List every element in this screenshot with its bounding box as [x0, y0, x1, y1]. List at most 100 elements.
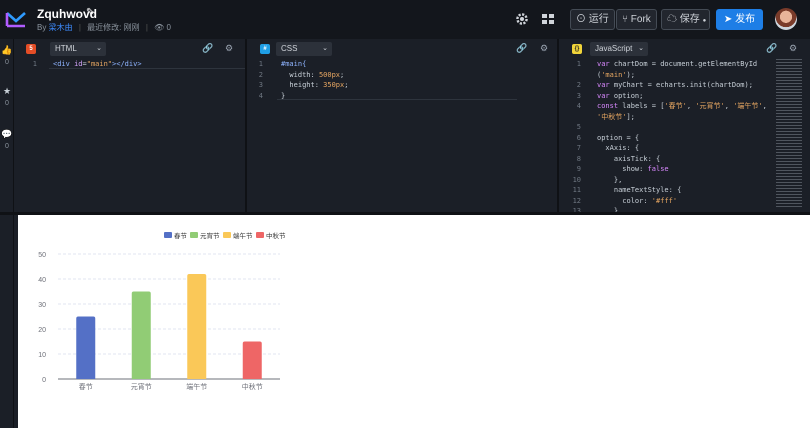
publish-button[interactable]: ➤ 发布 [716, 9, 763, 30]
run-button[interactable]: ⊙ 运行 [570, 9, 615, 30]
legend-swatch [164, 232, 172, 238]
code-line: axisTick: { [597, 154, 767, 165]
author-link[interactable]: 梁木由 [49, 23, 73, 32]
html-editor-pane: 5 HTML ⌄ 🔗 ⚙ 1 <div id="main"></div> [15, 39, 247, 215]
line-number: 2 [258, 70, 263, 79]
y-tick-label: 50 [38, 252, 46, 259]
html-badge-icon: 5 [26, 44, 36, 54]
css-line-numbers: 1 2 3 4 [249, 59, 269, 101]
bar-3 [187, 274, 207, 379]
code-token: 350px [323, 81, 345, 89]
author-prefix: By [37, 23, 47, 32]
code-token: nameTextStyle: { [597, 186, 682, 194]
link-icon[interactable]: 🔗 [766, 43, 777, 54]
meta-separator: | [78, 23, 81, 32]
star-icon: ★ [2, 86, 12, 96]
code-token: 'main' [601, 70, 627, 79]
line-number: 10 [572, 175, 581, 184]
gear-icon[interactable]: ⚙ [540, 43, 548, 54]
css-language-select[interactable]: CSS ⌄ [276, 42, 332, 56]
comment-count: 0 [5, 143, 9, 150]
code-token: <div [53, 60, 75, 68]
code-token: ); [626, 70, 635, 79]
code-token: var [597, 81, 614, 89]
code-token: height: [281, 81, 324, 89]
code-token: '#fff' [651, 196, 678, 205]
line-number: 8 [576, 154, 581, 163]
code-line: color: '#fff' [597, 196, 767, 207]
css-editor-pane: # CSS ⌄ 🔗 ⚙ 1 2 3 4 #main{ width: 500px;… [249, 39, 559, 215]
eye-icon: 👁 [154, 23, 165, 32]
code-token: const [597, 102, 623, 110]
gear-icon[interactable]: ⚙ [789, 43, 797, 54]
line-number: 9 [576, 165, 581, 173]
line-number: 1 [32, 60, 37, 68]
link-icon[interactable]: 🔗 [202, 43, 213, 54]
code-token: chartDom = document.getElementById [613, 60, 758, 68]
link-icon[interactable]: 🔗 [516, 43, 527, 54]
code-token: '元宵节' [695, 102, 725, 110]
code-token: axisTick: { [597, 154, 661, 163]
gear-icon[interactable] [515, 12, 529, 26]
edit-title-icon[interactable]: ✎ [86, 7, 94, 18]
line-number: 1 [576, 60, 581, 68]
code-token: ; [344, 81, 349, 89]
logo-icon[interactable] [5, 8, 27, 30]
legend-label: 端午节 [233, 231, 253, 240]
html-line-numbers: 1 [15, 59, 43, 70]
y-tick-label: 20 [38, 327, 46, 334]
code-line: const labels = ['春节', '元宵节', '端午节', [597, 101, 767, 112]
code-line: var myChart = echarts.init(chartDom); [597, 80, 767, 91]
comment-button[interactable]: 💬 0 [0, 129, 14, 150]
code-token: "main" [86, 60, 113, 68]
js-language-select[interactable]: JavaScript ⌄ [590, 42, 648, 56]
project-meta: By 梁木由 | 最近修改: 刚刚 | 👁 0 [37, 22, 171, 33]
preview-pane: 0 10 20 30 40 50 春节 元宵节 端午节 中秋节 春节 元宵节 端午节 中秋节 [18, 215, 810, 428]
code-token: var [597, 60, 614, 68]
chevron-down-icon: ⌄ [638, 45, 644, 52]
star-count: 0 [5, 100, 9, 107]
chevron-down-icon: ⌄ [322, 45, 328, 52]
chevron-down-icon: ⌄ [96, 45, 102, 52]
star-button[interactable]: ★ 0 [0, 86, 14, 107]
code-token: option = { [597, 133, 640, 142]
code-token: xAxis: { [597, 144, 640, 152]
legend-swatch [223, 232, 231, 238]
line-number: 3 [576, 91, 581, 100]
x-tick-label: 端午节 [186, 382, 207, 391]
fork-icon: ⑂ [622, 14, 628, 25]
cloud-save-icon: ☁ [667, 14, 677, 25]
save-label: 保存 [679, 14, 700, 25]
fork-label: Fork [630, 14, 651, 25]
code-token: false [647, 165, 669, 173]
fork-button[interactable]: ⑂ Fork [616, 9, 657, 30]
code-token: id [74, 60, 83, 68]
code-token: option; [613, 91, 644, 100]
gear-icon[interactable]: ⚙ [225, 43, 233, 54]
line-number [561, 70, 581, 81]
grid-layout-icon[interactable] [541, 12, 555, 26]
js-badge-icon: {} [572, 44, 582, 54]
code-token: myChart = echarts.init(chartDom); [613, 81, 753, 89]
like-button[interactable]: 👍 0 [0, 45, 14, 66]
save-button[interactable]: ☁ 保存 ● [661, 9, 710, 30]
html-language-select[interactable]: HTML ⌄ [50, 42, 106, 56]
x-tick-label: 中秋节 [242, 382, 263, 391]
code-token: }, [597, 175, 623, 184]
code-token: '端午节' [733, 102, 763, 110]
view-count: 0 [166, 23, 171, 32]
line-number: 5 [576, 123, 581, 131]
js-code-editor[interactable]: var chartDom = document.getElementById ('… [597, 59, 767, 215]
html-code-editor[interactable]: <div id="main"></div> [53, 59, 142, 70]
code-line: ('main'); [597, 70, 767, 81]
css-language-label: CSS [281, 44, 298, 53]
avatar[interactable] [775, 8, 797, 30]
comment-icon: 💬 [1, 129, 13, 139]
css-code-editor[interactable]: #main{ width: 500px; height: 350px; } [281, 59, 348, 101]
y-tick-label: 0 [42, 377, 46, 384]
bar-2 [131, 291, 151, 379]
code-token: , [762, 102, 767, 110]
code-minimap[interactable] [776, 59, 802, 209]
thumbs-up-icon: 👍 [1, 45, 13, 55]
js-language-label: JavaScript [595, 44, 633, 53]
